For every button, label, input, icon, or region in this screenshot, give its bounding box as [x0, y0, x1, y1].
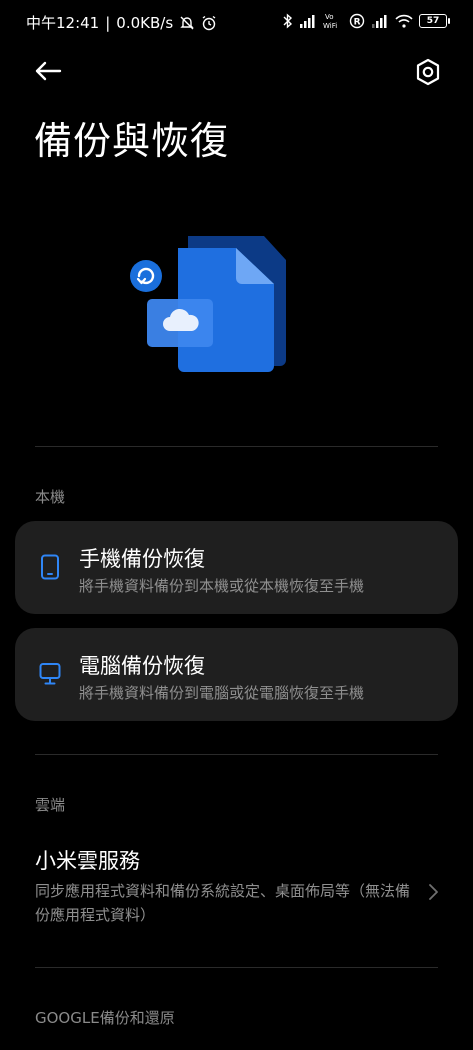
status-left: 中午12:41 | 0.0KB/s	[26, 12, 217, 33]
backup-files-cloud-illustration	[130, 236, 286, 372]
phone-backup-restore-card[interactable]: 手機備份恢復 將手機資料備份到本機或從本機恢復至手機	[15, 521, 458, 614]
list-item-title: 小米雲服務	[35, 849, 140, 873]
pc-backup-restore-card[interactable]: 電腦備份恢復 將手機資料備份到電腦或從電腦恢復至手機	[15, 628, 458, 721]
signal-icon	[300, 15, 315, 28]
hero-illustration	[126, 232, 296, 382]
status-bar: 中午12:41 | 0.0KB/s Vo WiFi R 57	[0, 0, 473, 44]
section-label-local: 本機	[35, 488, 66, 506]
phone-icon	[41, 554, 59, 580]
page-title: 備份與恢復	[34, 119, 230, 163]
svg-text:Vo: Vo	[325, 13, 334, 21]
monitor-icon	[39, 663, 61, 685]
svg-text:R: R	[354, 18, 361, 28]
svg-text:WiFi: WiFi	[323, 22, 337, 30]
wifi-icon	[395, 14, 413, 28]
list-item-subtitle: 同步應用程式資料和備份系統設定、桌面佈局等（無法備份應用程式資料）	[35, 882, 411, 924]
alarm-icon	[202, 15, 216, 30]
divider	[35, 754, 438, 755]
signal-icon-2	[372, 15, 387, 28]
vowifi-icon: Vo WiFi	[323, 13, 337, 30]
status-time: 中午12:41	[26, 14, 100, 32]
status-network-speed: 0.0KB/s	[116, 13, 174, 32]
arrow-left-icon	[35, 61, 62, 81]
divider	[35, 446, 438, 447]
registered-icon: R	[349, 13, 365, 29]
mute-icon	[180, 16, 194, 29]
bluetooth-icon	[283, 13, 293, 29]
card-subtitle: 將手機資料備份到本機或從本機恢復至手機	[79, 577, 365, 595]
divider	[35, 967, 438, 968]
settings-hexagon-icon	[416, 58, 440, 86]
mi-cloud-service-item[interactable]: 小米雲服務 同步應用程式資料和備份系統設定、桌面佈局等（無法備份應用程式資料）	[0, 845, 473, 925]
card-title: 電腦備份恢復	[79, 654, 205, 678]
back-button[interactable]	[30, 55, 66, 87]
settings-button[interactable]	[411, 55, 445, 89]
chevron-right-icon	[429, 884, 438, 900]
status-separator: |	[105, 13, 111, 32]
battery-indicator: 57	[419, 14, 450, 28]
section-label-google: GOOGLE備份和還原	[35, 1009, 175, 1027]
section-label-cloud: 雲端	[35, 796, 66, 814]
card-title: 手機備份恢復	[79, 547, 205, 571]
status-right: Vo WiFi R 57	[283, 12, 450, 30]
card-subtitle: 將手機資料備份到電腦或從電腦恢復至手機	[79, 684, 365, 702]
